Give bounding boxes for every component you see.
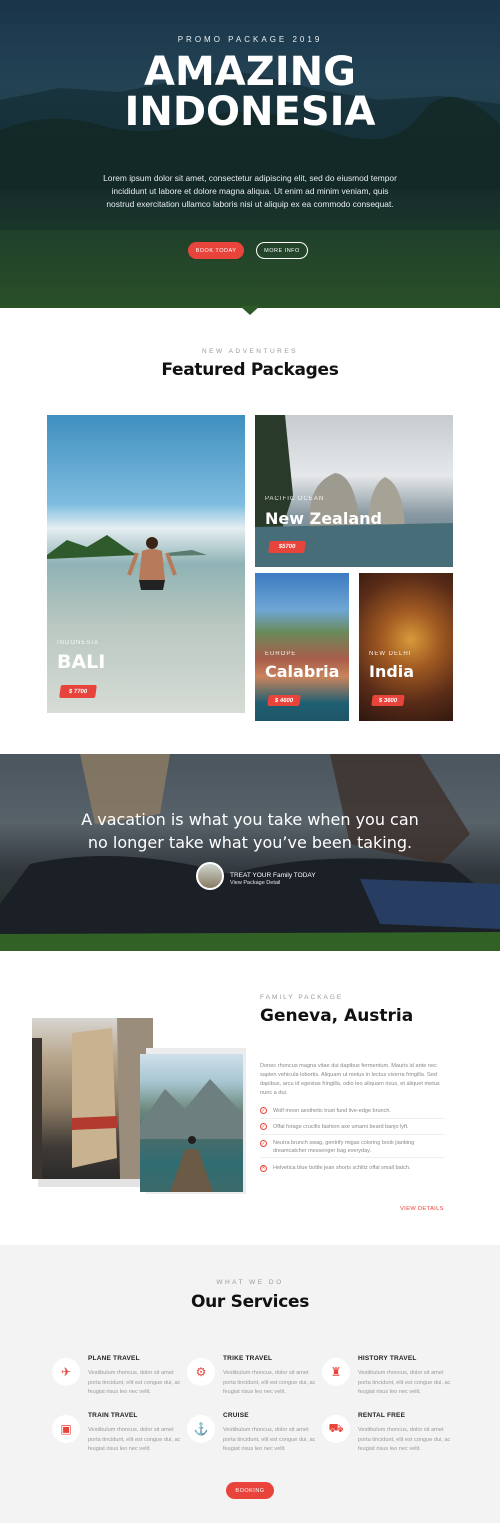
family-title: Geneva, Austria	[260, 1006, 414, 1026]
card-tag: PACIFIC OCEAN	[265, 496, 325, 502]
card-price: $ 3600	[371, 695, 405, 706]
card-name: BALI	[57, 651, 106, 673]
hero-title-line2: INDONESIA	[124, 89, 376, 135]
feature-list-text: Neutra brunch swag, gentrify migas color…	[273, 1140, 415, 1154]
package-card-new-zealand[interactable]: PACIFIC OCEAN New Zealand $5700	[255, 415, 453, 567]
card-tag: INDONESIA	[57, 640, 100, 646]
quote-author-link[interactable]: View Package Detail	[230, 880, 280, 886]
check-icon: ✓	[260, 1107, 267, 1114]
services-title: Our Services	[190, 1292, 310, 1312]
service-title: TRIKE TRAVEL	[223, 1355, 273, 1362]
book-today-button[interactable]: BOOK TODAY	[188, 242, 244, 259]
hero-overlay	[0, 0, 500, 308]
author-avatar	[196, 862, 224, 890]
booking-button[interactable]: BOOKING	[226, 1482, 274, 1499]
family-description: Donec rhoncus magna vitae dui dapibus fe…	[260, 1063, 440, 1096]
feature-list-item: ✓ Offal forage crucifix fashion axe umam…	[260, 1119, 445, 1135]
service-desc: Vestibulum rhoncus, dolor sit amet porta…	[358, 1370, 451, 1395]
card-name: India	[369, 662, 415, 681]
family-kicker: FAMILY PACKAGE	[260, 994, 344, 1001]
service-title: TRAIN TRAVEL	[88, 1412, 138, 1419]
services-kicker: WHAT WE DO	[216, 1279, 284, 1286]
hero-title-line1: AMAZING	[144, 49, 356, 95]
service-desc: Vestibulum rhoncus, dolor sit amet porta…	[223, 1370, 316, 1395]
package-card-india[interactable]: NEW DELHI India $ 3600	[359, 573, 453, 721]
service-desc: Vestibulum rhoncus, dolor sit amet porta…	[358, 1427, 451, 1452]
service-title: CRUISE	[223, 1412, 249, 1419]
hero-notch	[240, 306, 260, 315]
train-icon: ▣	[52, 1415, 80, 1443]
card-price: $ 7700	[59, 685, 97, 698]
lake-pier-photo	[140, 1054, 243, 1192]
plane-icon: ✈	[52, 1358, 80, 1386]
hero-kicker: PROMO PACKAGE 2019	[177, 35, 323, 44]
quote-line2: no longer take what you’ve been taking.	[87, 833, 413, 852]
feature-list-item: ✓ Neutra brunch swag, gentrify migas col…	[260, 1136, 445, 1158]
service-desc: Vestibulum rhoncus, dolor sit amet porta…	[223, 1427, 316, 1452]
service-desc: Vestibulum rhoncus, dolor sit amet porta…	[88, 1427, 181, 1452]
check-icon: ✓	[260, 1140, 267, 1147]
check-icon: ✓	[260, 1123, 267, 1130]
mountain-lake-shape	[140, 1079, 243, 1192]
view-details-link[interactable]: VIEW DETAILS	[400, 1206, 444, 1212]
package-card-bali[interactable]: INDONESIA BALI $ 7700	[47, 415, 245, 713]
card-tag: NEW DELHI	[369, 651, 412, 657]
car-icon: ⛟	[322, 1415, 350, 1443]
castle-icon: ♜	[322, 1358, 350, 1386]
hero-title: AMAZING INDONESIA	[0, 52, 500, 132]
card-price: $ 4600	[267, 695, 301, 706]
city-street-photo	[32, 1018, 153, 1179]
card-name: New Zealand	[265, 509, 382, 528]
quote-line1: A vacation is what you take when you can	[81, 810, 419, 829]
motorcycle-icon: ⚙	[187, 1358, 215, 1386]
service-title: RENTAL FREE	[358, 1412, 406, 1419]
featured-kicker: NEW ADVENTURES	[201, 348, 299, 355]
feature-list-item: ✕ Helvetica blue bottle jean shorts schl…	[260, 1160, 445, 1176]
card-tag: EUROPE	[265, 651, 297, 657]
feature-list-text: Helvetica blue bottle jean shorts schlit…	[273, 1165, 411, 1171]
card-name: Calabria	[265, 662, 340, 681]
featured-title: Featured Packages	[161, 360, 339, 380]
swimmer-figure	[127, 537, 177, 590]
more-info-button[interactable]: MORE INFO	[256, 242, 308, 259]
feature-list-item: ✓ Wolf moon aesthetic trust fund live-ed…	[260, 1103, 445, 1119]
close-icon: ✕	[260, 1164, 267, 1172]
hero-section	[0, 0, 500, 308]
service-title: PLANE TRAVEL	[88, 1355, 140, 1362]
card-price: $5700	[268, 541, 306, 553]
buildings-shape	[32, 1018, 153, 1179]
service-desc: Vestibulum rhoncus, dolor sit amet porta…	[88, 1370, 181, 1395]
service-title: HISTORY TRAVEL	[358, 1355, 417, 1362]
quote-author-name: TREAT YOUR Family TODAY	[230, 872, 316, 879]
hero-text: Lorem ipsum dolor sit amet, consectetur …	[103, 173, 397, 209]
feature-list-text: Wolf moon aesthetic trust fund live-edge…	[273, 1107, 391, 1114]
package-card-calabria[interactable]: EUROPE Calabria $ 4600	[255, 573, 349, 721]
quote-text: A vacation is what you take when you can…	[60, 808, 440, 854]
ship-icon: ⚓	[187, 1415, 215, 1443]
feature-list-text: Offal forage crucifix fashion axe umami …	[273, 1123, 409, 1130]
